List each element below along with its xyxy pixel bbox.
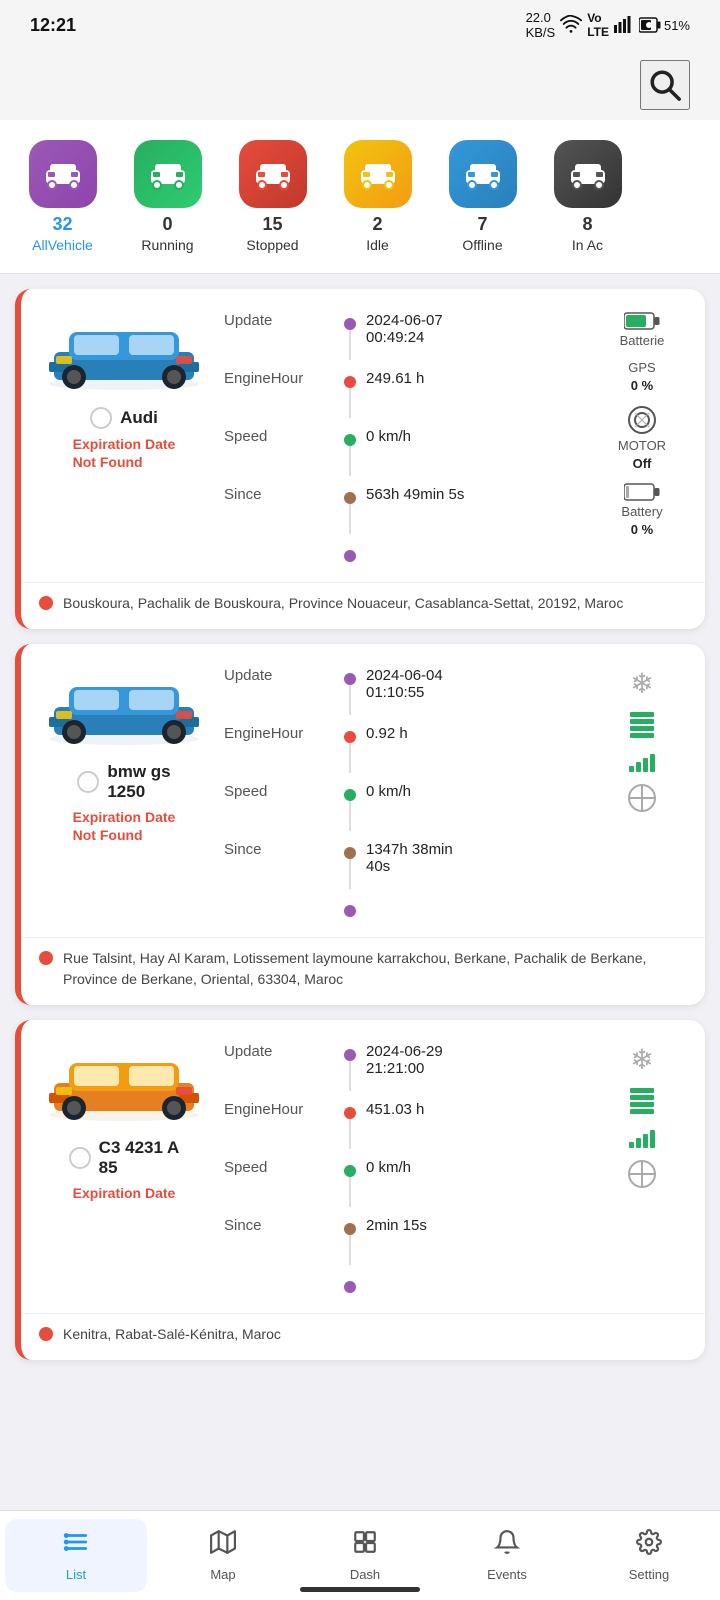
nav-setting[interactable]: Setting	[578, 1519, 720, 1592]
search-button[interactable]	[640, 60, 690, 110]
info-row-engine-bmw: EngineHour 0.92 h	[224, 720, 582, 778]
vehicle-card-bmw[interactable]: bmw gs1250 Expiration DateNot Found Upda…	[15, 644, 705, 1005]
car-image-area-bmw: bmw gs1250 Expiration DateNot Found	[39, 662, 209, 844]
vehicle-list: Audi Expiration DateNot Found Update 202…	[0, 274, 720, 1460]
offline-icon	[449, 140, 517, 208]
info-row-speed-bmw: Speed 0 km/h	[224, 778, 582, 836]
location-dot-c3	[39, 1327, 53, 1341]
vehicle-card-c3[interactable]: C3 4231 A85 Expiration Date Update 2024-…	[15, 1020, 705, 1360]
running-icon	[134, 140, 202, 208]
vehicle-card-audi[interactable]: Audi Expiration DateNot Found Update 202…	[15, 289, 705, 629]
info-row-update-bmw: Update 2024-06-0401:10:55	[224, 662, 582, 720]
vehicle-name-audi: Audi	[120, 408, 158, 428]
stat-motor: MOTOR Off	[618, 405, 666, 471]
expiry-c3: Expiration Date	[73, 1184, 176, 1202]
status-bar: 12:21 22.0KB/S VoLTE 51%	[0, 0, 720, 50]
info-row-engine: EngineHour 249.61 h	[224, 365, 582, 423]
stat-gps-bmw	[628, 784, 656, 812]
info-area-bmw: Update 2024-06-0401:10:55 EngineHour 0.9…	[224, 662, 582, 922]
vehicle-name-bmw: bmw gs1250	[107, 762, 170, 802]
stat-battery-c3	[630, 1088, 654, 1114]
stat-snow-c3: ❄	[630, 1043, 653, 1076]
settings-icon	[636, 1529, 662, 1562]
stat-signal-bmw	[629, 750, 655, 772]
car-image-area-c3: C3 4231 A85 Expiration Date	[39, 1038, 209, 1202]
nav-list-label: List	[66, 1567, 86, 1582]
car-image-area-audi: Audi Expiration DateNot Found	[39, 307, 209, 471]
nav-setting-label: Setting	[629, 1567, 669, 1582]
data-speed: 22.0KB/S	[526, 10, 556, 40]
nav-events[interactable]: Events	[436, 1519, 578, 1592]
info-area-audi: Update 2024-06-0700:49:24 EngineHour 249…	[224, 307, 582, 567]
tab-all-vehicle[interactable]: 32 AllVehicle	[10, 135, 115, 258]
dash-icon	[352, 1529, 378, 1562]
info-row-extra	[224, 539, 582, 567]
tab-stopped[interactable]: 15 Stopped	[220, 135, 325, 258]
stat-batterie: Batterie	[620, 312, 665, 348]
location-dot-bmw	[39, 951, 53, 965]
location-audi: Bouskoura, Pachalik de Bouskoura, Provin…	[21, 582, 705, 629]
search-bar	[0, 50, 720, 120]
nav-map-label: Map	[210, 1567, 235, 1582]
car-image-audi	[44, 307, 204, 397]
info-row-update-c3: Update 2024-06-2921:21:00	[224, 1038, 582, 1096]
events-icon	[494, 1529, 520, 1562]
inac-icon	[554, 140, 622, 208]
right-stats-c3: ❄	[597, 1038, 687, 1188]
info-row-engine-c3: EngineHour 451.03 h	[224, 1096, 582, 1154]
nav-dash[interactable]: Dash	[294, 1519, 436, 1592]
lte-icon: VoLTE	[587, 11, 609, 39]
tab-offline[interactable]: 7 Offline	[430, 135, 535, 258]
location-c3: Kenitra, Rabat-Salé-Kénitra, Maroc	[21, 1313, 705, 1360]
home-indicator	[300, 1587, 420, 1592]
stat-signal-c3	[629, 1126, 655, 1148]
info-row-since-bmw: Since 1347h 38min40s	[224, 836, 582, 894]
info-row-update: Update 2024-06-0700:49:24	[224, 307, 582, 365]
info-row-since: Since 563h 49min 5s	[224, 481, 582, 539]
expiry-audi: Expiration DateNot Found	[73, 435, 176, 471]
car-image-c3	[44, 1038, 204, 1128]
vehicle-name-c3: C3 4231 A85	[99, 1138, 180, 1178]
stat-gps-c3	[628, 1160, 656, 1188]
status-icons: 22.0KB/S VoLTE 51%	[526, 10, 690, 40]
expiry-bmw: Expiration DateNot Found	[73, 808, 176, 844]
status-circle-bmw	[77, 771, 99, 793]
tab-running[interactable]: 0 Running	[115, 135, 220, 258]
right-stats-audi: Batterie GPS 0 % MOTOR Off Battery 0 %	[597, 307, 687, 537]
signal-icon	[614, 15, 634, 36]
nav-list[interactable]: List	[5, 1519, 147, 1592]
tab-inac[interactable]: 8 In Ac	[535, 135, 640, 258]
wifi-icon	[560, 15, 582, 36]
info-area-c3: Update 2024-06-2921:21:00 EngineHour 451…	[224, 1038, 582, 1298]
location-dot-audi	[39, 596, 53, 610]
map-icon	[210, 1529, 236, 1562]
car-image-bmw	[44, 662, 204, 752]
stat-gps: GPS 0 %	[628, 360, 655, 393]
stat-battery-bmw	[630, 712, 654, 738]
tab-idle[interactable]: 2 Idle	[325, 135, 430, 258]
nav-events-label: Events	[487, 1567, 527, 1582]
nav-dash-label: Dash	[350, 1567, 380, 1582]
location-bmw: Rue Talsint, Hay Al Karam, Lotissement l…	[21, 937, 705, 1005]
all-vehicle-icon	[29, 140, 97, 208]
status-time: 12:21	[30, 15, 76, 36]
right-stats-bmw: ❄	[597, 662, 687, 812]
info-row-speed-c3: Speed 0 km/h	[224, 1154, 582, 1212]
info-row-since-c3: Since 2min 15s	[224, 1212, 582, 1270]
nav-map[interactable]: Map	[152, 1519, 294, 1592]
info-row-extra-bmw	[224, 894, 582, 922]
stat-snow-bmw: ❄	[630, 667, 653, 700]
list-icon	[63, 1529, 89, 1562]
info-row-speed: Speed 0 km/h	[224, 423, 582, 481]
category-tabs: 32 AllVehicle 0 Running	[0, 120, 720, 274]
info-row-extra-c3	[224, 1270, 582, 1298]
stopped-icon	[239, 140, 307, 208]
battery-status: 51%	[639, 17, 690, 33]
stat-battery2: Battery 0 %	[621, 483, 662, 537]
status-circle-audi	[90, 407, 112, 429]
status-circle-c3	[69, 1147, 91, 1169]
idle-icon	[344, 140, 412, 208]
